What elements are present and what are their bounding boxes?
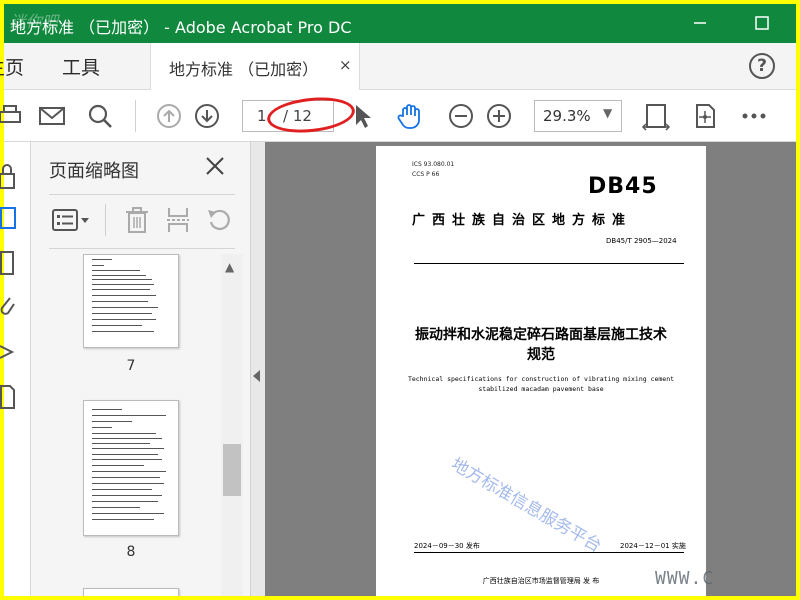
ics-code: ICS 93.080.01 CCS P 66 bbox=[412, 160, 454, 180]
page-thumbnail[interactable] bbox=[83, 254, 179, 348]
thumbnail-page-number: 8 bbox=[126, 544, 136, 560]
english-title-line: stabilized macadam pavement base bbox=[478, 385, 604, 393]
maximize-icon[interactable] bbox=[752, 13, 772, 33]
previous-page-icon[interactable] bbox=[155, 102, 183, 130]
delete-icon[interactable] bbox=[123, 204, 151, 236]
thumbnail-page-number: 7 bbox=[126, 358, 136, 374]
page-thumbnail[interactable] bbox=[83, 588, 179, 596]
more-tools-icon[interactable] bbox=[740, 102, 768, 130]
main-title: 振动拌和水泥稳定碎石路面基层施工技术 规范 bbox=[396, 325, 686, 365]
split-page-icon[interactable] bbox=[164, 204, 192, 236]
scrollbar-thumb[interactable] bbox=[223, 444, 241, 496]
search-icon[interactable] bbox=[86, 102, 114, 130]
issuer: 广西壮族自治区市场监督管理局 发 布 bbox=[482, 577, 600, 585]
scroll-up-icon[interactable]: ▲ bbox=[225, 260, 234, 274]
zoom-value: 29.3% bbox=[543, 107, 591, 125]
chevron-down-icon: ▼ bbox=[603, 106, 613, 120]
issue-date: 2024－09－30 发布 bbox=[414, 542, 480, 550]
window-title: 地方标准 （已加密） - Adobe Acrobat Pro DC bbox=[10, 18, 352, 37]
tab-document[interactable]: 地方标准 （已加密） × bbox=[150, 43, 360, 90]
ics-line: ICS 93.080.01 bbox=[412, 161, 455, 168]
panel-collapse-handle[interactable] bbox=[251, 142, 265, 596]
panel-toolbar-divider bbox=[105, 204, 106, 236]
next-page-icon[interactable] bbox=[193, 102, 221, 130]
document-page: ICS 93.080.01 CCS P 66 DB45 广西壮族自治区地方标准 … bbox=[376, 146, 706, 596]
thumbnail-panel: 页面缩略图 7 8 ▲ bbox=[31, 142, 251, 596]
screenshot-frame: 地方标准 （已加密） - Adobe Acrobat Pro DC 迷你吧 主页… bbox=[0, 0, 800, 600]
english-title-line: Technical specifications for constructio… bbox=[407, 375, 675, 383]
footer-rule bbox=[414, 552, 684, 553]
zoom-select[interactable]: 29.3% ▼ bbox=[534, 100, 622, 132]
ccs-line: CCS P 66 bbox=[412, 171, 440, 178]
db-mark: DB45 bbox=[588, 174, 658, 199]
header-rule bbox=[414, 263, 684, 264]
zoom-in-icon[interactable] bbox=[485, 102, 513, 130]
thumbnail-options-icon[interactable] bbox=[49, 204, 93, 236]
hand-tool-icon[interactable] bbox=[396, 102, 424, 130]
document-tab-label: 地方标准 （已加密） bbox=[169, 60, 319, 79]
zoom-out-icon[interactable] bbox=[447, 102, 475, 130]
email-icon[interactable] bbox=[38, 102, 66, 130]
help-icon[interactable]: ? bbox=[749, 53, 775, 79]
title-watermark: 迷你吧 bbox=[10, 12, 59, 31]
minimize-icon[interactable] bbox=[690, 13, 710, 33]
standard-code: DB45/T 2905—2024 bbox=[606, 237, 677, 245]
fit-width-icon[interactable] bbox=[641, 99, 671, 133]
tab-tools[interactable]: 工具 bbox=[62, 53, 100, 80]
current-page: 1 bbox=[257, 107, 267, 125]
panel-divider bbox=[49, 248, 235, 249]
tab-home[interactable]: 主页 bbox=[0, 53, 24, 80]
toolbar-divider bbox=[135, 100, 136, 132]
left-nav-strip bbox=[0, 142, 31, 596]
attachment-icon[interactable] bbox=[0, 292, 18, 322]
bookmark-icon[interactable] bbox=[0, 248, 18, 278]
implement-date: 2024－12－01 实施 bbox=[620, 542, 686, 550]
title-bar: 地方标准 （已加密） - Adobe Acrobat Pro DC 迷你吧 bbox=[4, 4, 796, 43]
print-icon[interactable] bbox=[0, 102, 24, 130]
page-thumbnails-icon[interactable] bbox=[0, 204, 20, 234]
rotate-page-icon[interactable] bbox=[205, 204, 235, 236]
close-panel-icon[interactable] bbox=[203, 154, 227, 178]
main-title-line: 振动拌和水泥稳定碎石路面基层施工技术 bbox=[415, 327, 667, 343]
thumbnail-list: 7 8 ▲ bbox=[31, 254, 251, 596]
page-thumbnail[interactable] bbox=[83, 400, 179, 536]
site-watermark: WWW.C bbox=[655, 568, 715, 589]
thumbnail-scrollbar[interactable]: ▲ bbox=[221, 254, 243, 596]
toolbar: 1 / 12 29.3% ▼ bbox=[0, 90, 796, 142]
rotate-view-icon[interactable] bbox=[691, 102, 719, 130]
english-title: Technical specifications for constructio… bbox=[396, 374, 686, 394]
tab-bar: 主页 工具 地方标准 （已加密） × ? bbox=[0, 43, 796, 90]
document-viewer[interactable]: ICS 93.080.01 CCS P 66 DB45 广西壮族自治区地方标准 … bbox=[265, 142, 796, 596]
panel-divider bbox=[49, 194, 235, 195]
layers-icon[interactable] bbox=[0, 338, 18, 368]
close-tab-icon[interactable]: × bbox=[339, 56, 352, 74]
document-icon[interactable] bbox=[0, 382, 18, 412]
panel-title: 页面缩略图 bbox=[49, 161, 139, 182]
lock-icon[interactable] bbox=[0, 162, 18, 192]
issuing-region: 广西壮族自治区地方标准 bbox=[412, 213, 633, 228]
main-title-line: 规范 bbox=[527, 347, 555, 363]
collapse-arrow-icon bbox=[253, 370, 260, 382]
